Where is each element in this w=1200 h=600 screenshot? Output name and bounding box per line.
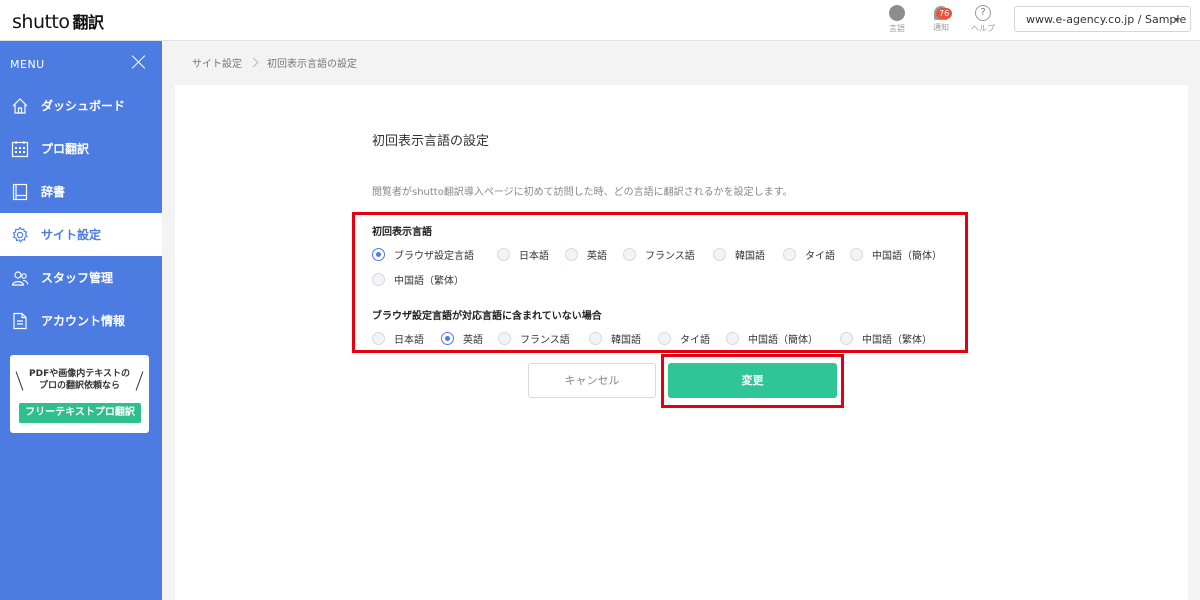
radio-label: 韓国語	[611, 335, 641, 346]
language-label: 言語	[889, 24, 905, 33]
sidebar-item-label: スタッフ管理	[41, 271, 114, 285]
page-title: 初回表示言語の設定	[372, 134, 490, 149]
top-header: shutto 翻訳 言語 76 通知 ? ヘルプ www.e-agency.co.…	[0, 0, 1200, 41]
staff-icon	[11, 270, 29, 286]
sidebar-item-label: プロ翻訳	[41, 142, 90, 156]
document-icon	[13, 312, 27, 329]
radio-label: 中国語（簡体）	[748, 335, 818, 346]
sidebar-item-staff[interactable]: スタッフ管理	[0, 256, 162, 299]
radio-button	[783, 248, 796, 261]
menu-label: MENU	[10, 58, 45, 71]
calendar-icon	[11, 140, 29, 157]
close-icon[interactable]	[132, 55, 146, 69]
sidebar-item-label: ダッシュボード	[41, 99, 126, 113]
radio-initial-french[interactable]: フランス語	[623, 247, 695, 262]
radio-initial-japanese[interactable]: 日本語	[497, 247, 549, 262]
radio-fallback-chinese-simplified[interactable]: 中国語（簡体）	[726, 331, 818, 346]
radio-button	[372, 248, 385, 261]
radio-fallback-japanese[interactable]: 日本語	[372, 331, 424, 346]
radio-label: 中国語（繁体）	[862, 335, 932, 346]
gear-icon	[12, 226, 28, 243]
help-icon: ?	[975, 5, 991, 21]
breadcrumb: サイト設定 初回表示言語の設定	[192, 55, 357, 70]
language-menu-button[interactable]: 言語	[882, 5, 912, 34]
radio-button	[850, 248, 863, 261]
initial-language-label: 初回表示言語	[372, 227, 432, 238]
sidebar-item-account[interactable]: アカウント情報	[0, 299, 162, 342]
radio-initial-chinese-simplified[interactable]: 中国語（簡体）	[850, 247, 942, 262]
promo-decoration	[15, 371, 24, 391]
radio-button	[497, 248, 510, 261]
radio-button	[372, 332, 385, 345]
radio-button	[589, 332, 602, 345]
sidebar-item-dictionary[interactable]: 辞書	[0, 170, 162, 213]
promo-banner[interactable]: PDFや画像内テキストの プロの翻訳依頼なら フリーテキストプロ翻訳	[10, 355, 149, 433]
promo-line-1: PDFや画像内テキストの	[29, 369, 130, 379]
radio-label: フランス語	[520, 335, 570, 346]
save-button[interactable]: 変更	[668, 363, 837, 398]
cancel-button[interactable]: キャンセル	[528, 363, 656, 398]
promo-decoration	[135, 371, 144, 391]
radio-label: タイ語	[680, 335, 710, 346]
globe-icon	[889, 5, 905, 21]
sidebar-item-label: サイト設定	[41, 228, 102, 242]
logo-suffix: 翻訳	[72, 13, 105, 32]
radio-label: 日本語	[394, 335, 424, 346]
notification-button[interactable]: 76 通知	[926, 6, 956, 33]
chevron-down-icon	[1174, 18, 1180, 22]
radio-fallback-french[interactable]: フランス語	[498, 331, 570, 346]
sidebar-item-label: アカウント情報	[41, 314, 126, 328]
radio-label: ブラウザ設定言語	[394, 251, 474, 262]
radio-button	[658, 332, 671, 345]
radio-fallback-chinese-traditional[interactable]: 中国語（繁体）	[840, 331, 932, 346]
radio-initial-thai[interactable]: タイ語	[783, 247, 835, 262]
breadcrumb-current: 初回表示言語の設定	[267, 59, 357, 70]
radio-initial-korean[interactable]: 韓国語	[713, 247, 765, 262]
sidebar-item-site-settings[interactable]: サイト設定	[0, 213, 162, 256]
help-label: ヘルプ	[971, 24, 995, 33]
radio-button	[498, 332, 511, 345]
radio-button	[441, 332, 454, 345]
site-selector[interactable]: www.e-agency.co.jp / Sample	[1014, 6, 1191, 32]
radio-initial-browser[interactable]: ブラウザ設定言語	[372, 247, 474, 262]
radio-button	[726, 332, 739, 345]
radio-initial-english[interactable]: 英語	[565, 247, 607, 262]
logo-text: shutto	[12, 11, 70, 33]
fallback-language-label: ブラウザ設定言語が対応言語に含まれていない場合	[372, 311, 602, 322]
free-text-translation-button[interactable]: フリーテキストプロ翻訳	[19, 403, 141, 423]
radio-label: フランス語	[645, 251, 695, 262]
radio-label: 中国語（簡体）	[872, 251, 942, 262]
radio-label: 韓国語	[735, 251, 765, 262]
radio-label: タイ語	[805, 251, 835, 262]
sidebar-item-label: 辞書	[41, 185, 66, 199]
radio-button	[623, 248, 636, 261]
sidebar-item-pro-translation[interactable]: プロ翻訳	[0, 127, 162, 170]
radio-initial-chinese-traditional[interactable]: 中国語（繁体）	[372, 272, 464, 287]
radio-button	[713, 248, 726, 261]
site-selector-value: www.e-agency.co.jp / Sample	[1026, 13, 1187, 26]
sidebar-item-dashboard[interactable]: ダッシュボード	[0, 84, 162, 127]
promo-text: PDFや画像内テキストの プロの翻訳依頼なら	[24, 368, 135, 392]
radio-fallback-english[interactable]: 英語	[441, 331, 483, 346]
promo-line-2: プロの翻訳依頼なら	[38, 381, 120, 391]
radio-fallback-korean[interactable]: 韓国語	[589, 331, 641, 346]
notification-badge: 76	[936, 8, 953, 19]
app-logo[interactable]: shutto 翻訳	[12, 9, 104, 33]
page-description: 閲覧者がshutto翻訳導入ページに初めて訪問した時、どの言語に翻訳されるかを設…	[372, 187, 793, 198]
radio-label: 中国語（繁体）	[394, 276, 464, 287]
book-icon	[12, 183, 28, 200]
chevron-right-icon	[248, 57, 259, 68]
notification-label: 通知	[933, 23, 949, 32]
radio-button	[840, 332, 853, 345]
radio-fallback-thai[interactable]: タイ語	[658, 331, 710, 346]
radio-label: 英語	[463, 335, 483, 346]
radio-button	[372, 273, 385, 286]
home-icon	[12, 97, 28, 114]
radio-label: 日本語	[519, 251, 549, 262]
radio-label: 英語	[587, 251, 607, 262]
sidebar: MENU ダッシュボード プロ翻訳 辞書 サイト設定 スタッフ管理 アカウント情…	[0, 41, 162, 600]
radio-button	[565, 248, 578, 261]
help-button[interactable]: ? ヘルプ	[968, 5, 998, 34]
breadcrumb-site-settings[interactable]: サイト設定	[192, 59, 242, 70]
